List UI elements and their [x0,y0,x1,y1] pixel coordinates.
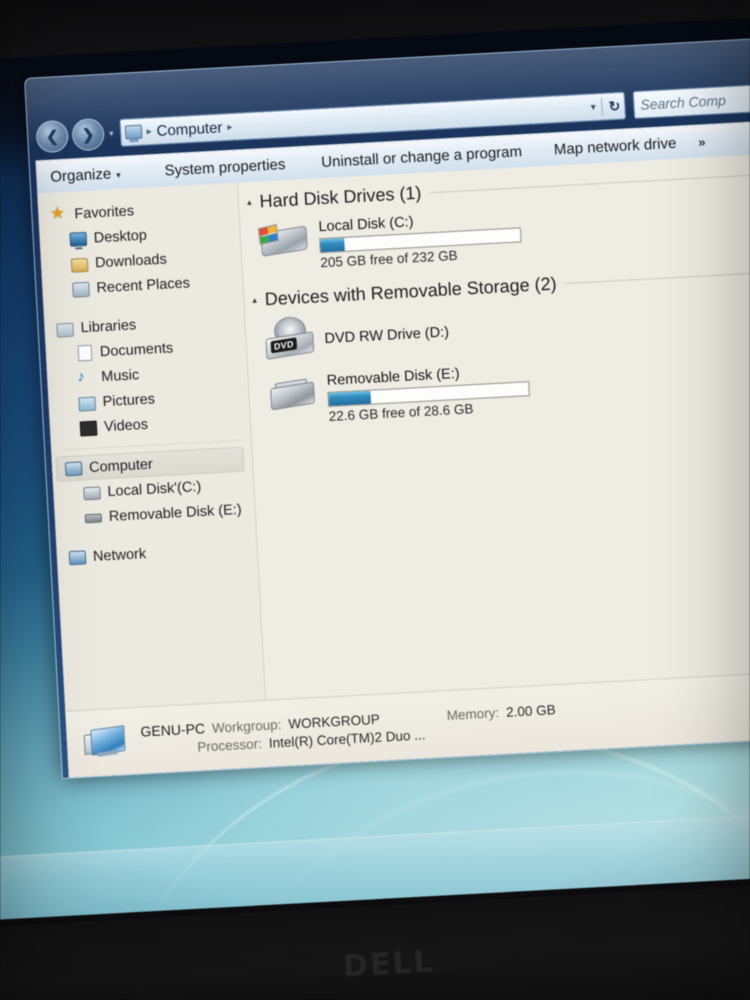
sidebar-item-label: Videos [103,416,149,435]
collapse-triangle-icon[interactable]: ▴ [252,295,257,306]
breadcrumb-trailing-arrow-icon[interactable]: ▸ [227,121,233,132]
document-icon [77,344,92,362]
sidebar-item-label: Pictures [102,390,156,410]
laptop-brand-logo: DELL [342,944,436,985]
hard-disk-icon [257,218,310,263]
recent-places-icon [72,281,90,298]
drive-tile-removable-disk-e[interactable]: Removable Disk (E:) 22.6 GB free of 28.6… [266,356,598,427]
search-input[interactable]: Search Comp [632,82,750,120]
system-properties-button[interactable]: System properties [164,156,286,180]
toolbar-overflow-icon[interactable]: » [698,134,706,149]
sidebar-item-label: Downloads [94,251,168,271]
forward-button[interactable]: ❯ [71,117,105,152]
file-list-view[interactable]: ▴ Hard Disk Drives (1) Local Disk (C:) 2… [238,153,750,767]
back-icon: ❮ [45,128,59,146]
collapse-triangle-icon[interactable]: ▴ [247,197,252,208]
sidebar-item-label: Desktop [93,227,148,246]
computer-details-icon [82,724,128,760]
memory-value: 2.00 GB [505,702,557,720]
hard-disk-icon [83,486,101,501]
address-dropdown-icon[interactable]: ▾ [590,102,596,113]
chevron-down-icon: ▾ [115,169,122,181]
downloads-folder-icon [70,257,89,273]
drive-name: DVD RW Drive (D:) [324,324,450,348]
workgroup-label: Workgroup: [211,717,282,736]
sidebar-item-label: Documents [99,339,174,360]
sidebar-item-label: Removable Disk (E:) [108,501,243,525]
breadcrumb-separator-icon: ▸ [146,125,152,137]
sidebar-item-label: Libraries [80,316,137,336]
dvd-drive-icon: DVD [263,316,315,361]
sidebar-item-label: Computer [88,456,154,476]
memory-label: Memory: [446,705,500,724]
sidebar-item-label: Favorites [73,202,135,222]
drive-tile-local-disk-c[interactable]: Local Disk (C:) 205 GB free of 232 GB [257,204,560,273]
map-network-drive-button[interactable]: Map network drive [553,135,676,159]
organize-button[interactable]: Organize ▾ [49,165,122,186]
workgroup-value: WORKGROUP [288,711,381,732]
refresh-icon[interactable]: ↻ [608,97,621,115]
breadcrumb-computer[interactable]: Computer [156,119,223,140]
group-rule [564,271,750,285]
laptop-screen-photo: ❮ ❯ ▾ ▸ Computer ▸ ▾ ↻ Search Comp Organ… [0,0,750,1000]
drive-tile-dvd-rw-d[interactable]: DVD DVD RW Drive (D:) [263,302,565,360]
sidebar-item-label: Recent Places [96,274,191,296]
computer-name: GENU-PC [140,720,206,740]
computer-icon [124,124,142,140]
usb-drive-icon [266,372,318,417]
computer-icon [64,461,83,477]
sidebar-item-label: Local Disk'(C:) [107,478,202,500]
uninstall-program-button[interactable]: Uninstall or change a program [321,143,523,171]
forward-icon: ❯ [81,126,95,144]
processor-label: Processor: [197,736,263,755]
libraries-icon [56,322,75,338]
capacity-bar-fill [320,237,345,253]
explorer-window[interactable]: ❮ ❯ ▾ ▸ Computer ▸ ▾ ↻ Search Comp Organ… [24,36,750,779]
sidebar-item-label: Music [100,366,140,385]
desktop-icon [69,231,88,247]
video-icon [79,420,98,437]
back-button[interactable]: ❮ [35,119,70,154]
star-icon: ★ [49,205,66,223]
sidebar-item-label: Network [92,545,147,565]
organize-label: Organize [49,165,112,186]
address-divider [601,97,604,116]
capacity-bar-fill [328,390,372,406]
network-icon [68,550,87,566]
picture-icon [78,396,97,412]
navigation-pane[interactable]: ★ Favorites Desktop Downloads Recent Pla… [37,182,270,778]
music-note-icon: ♪ [76,368,86,386]
usb-drive-icon [84,513,103,524]
recent-pages-caret-icon[interactable]: ▾ [109,128,114,139]
